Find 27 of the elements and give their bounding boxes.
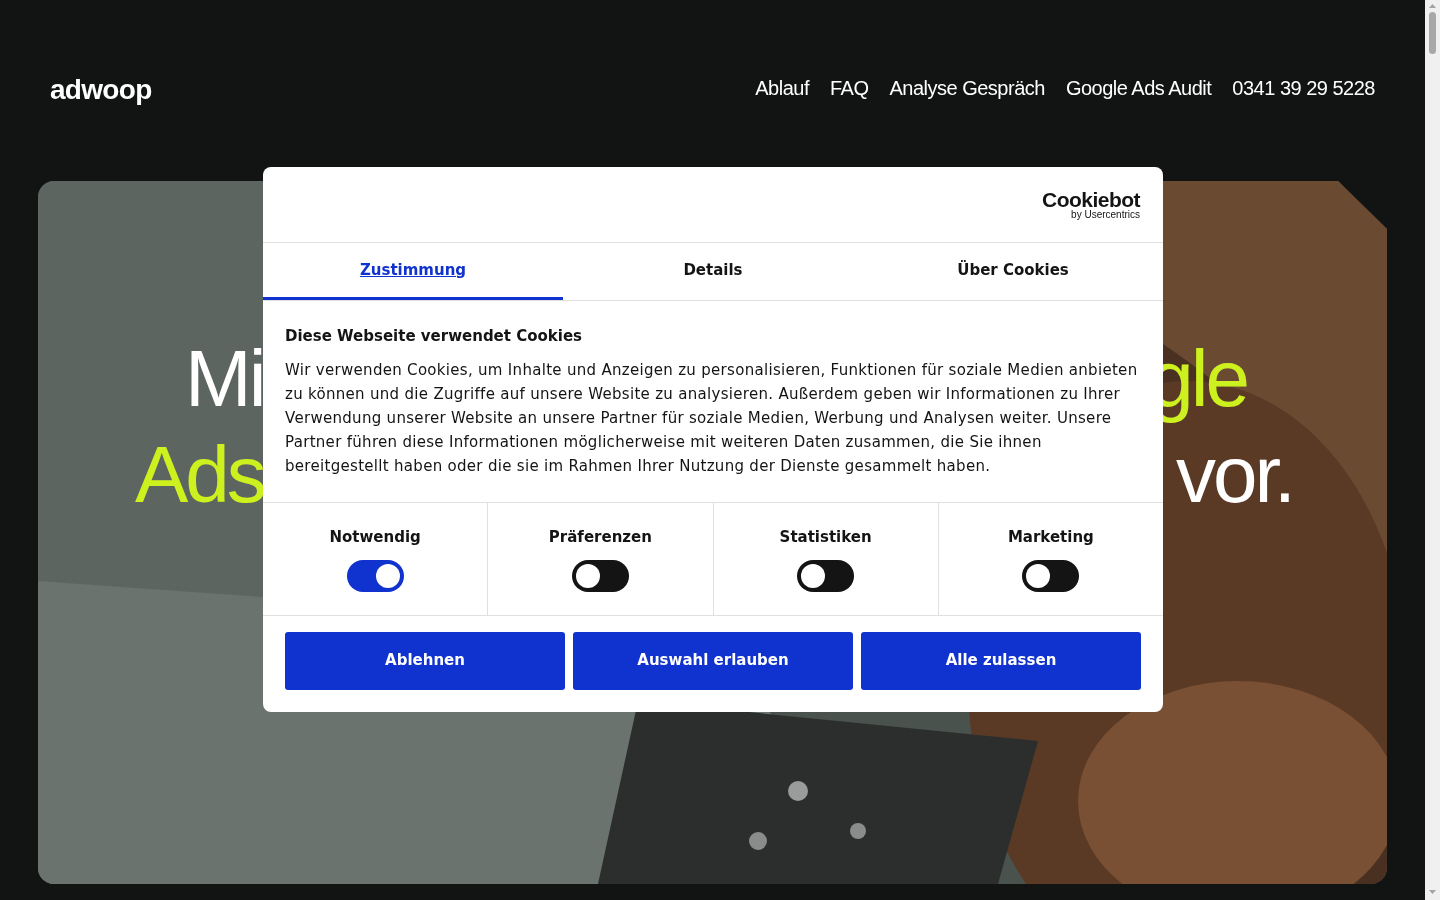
category-label: Statistiken [779, 526, 872, 548]
dialog-text: Wir verwenden Cookies, um Inhalte und Anzeigen zu personalisieren, Funktionen für soziale Medien anbieten zu können und die Zugriffe auf unsere Website zu analysieren. Außerdem geben wir Informationen zu Ihrer Verwendung unserer Website an unsere Partner für soziale Medien, Werbung und Analysen weiter. Unsere Partner führen diese Informationen möglicherweise mit weiteren Daten zusammen, die Sie ihnen bereitgestellt haben oder die sie im Rahmen Ihrer Nutzung der Dienste gesammelt haben. [285, 359, 1139, 477]
category-label: Marketing [1007, 526, 1094, 548]
toggle-switch[interactable] [797, 560, 855, 592]
nav-link[interactable]: FAQ [829, 74, 869, 102]
nav-link[interactable]: Ablauf [755, 74, 809, 102]
hero-heading: vor. [1176, 429, 1293, 521]
logo[interactable]: adwoop [50, 76, 152, 104]
toggle-switch[interactable] [346, 560, 404, 592]
nav-link[interactable]: Google Ads Audit [1065, 74, 1212, 102]
hero-heading: Mi [185, 333, 264, 425]
consent-button[interactable]: Auswahl erlauben [573, 631, 853, 690]
hero-heading: Ads [135, 429, 264, 521]
consent-button[interactable]: Alle zulassen [861, 631, 1141, 690]
dialog-tab[interactable]: Details [563, 243, 863, 300]
dialog-title: Diese Webseite verwendet Cookies [285, 326, 584, 347]
scrollbar[interactable] [1425, 0, 1440, 900]
dialog-tab[interactable]: Zustimmung [263, 243, 563, 300]
nav-link[interactable]: Analyse Gespräch [889, 74, 1045, 102]
category-label: Präferenzen [548, 526, 652, 548]
consent-button[interactable]: Ablehnen [285, 631, 565, 690]
category-label: Notwendig [329, 526, 421, 548]
cookiebot-logo: Cookiebot by Usercentrics [1042, 189, 1140, 220]
nav-link[interactable]: 0341 39 29 5228 [1232, 74, 1375, 102]
toggle-switch[interactable] [1022, 560, 1080, 592]
dialog-tab[interactable]: Über Cookies [863, 243, 1163, 300]
toggle-switch[interactable] [571, 560, 629, 592]
